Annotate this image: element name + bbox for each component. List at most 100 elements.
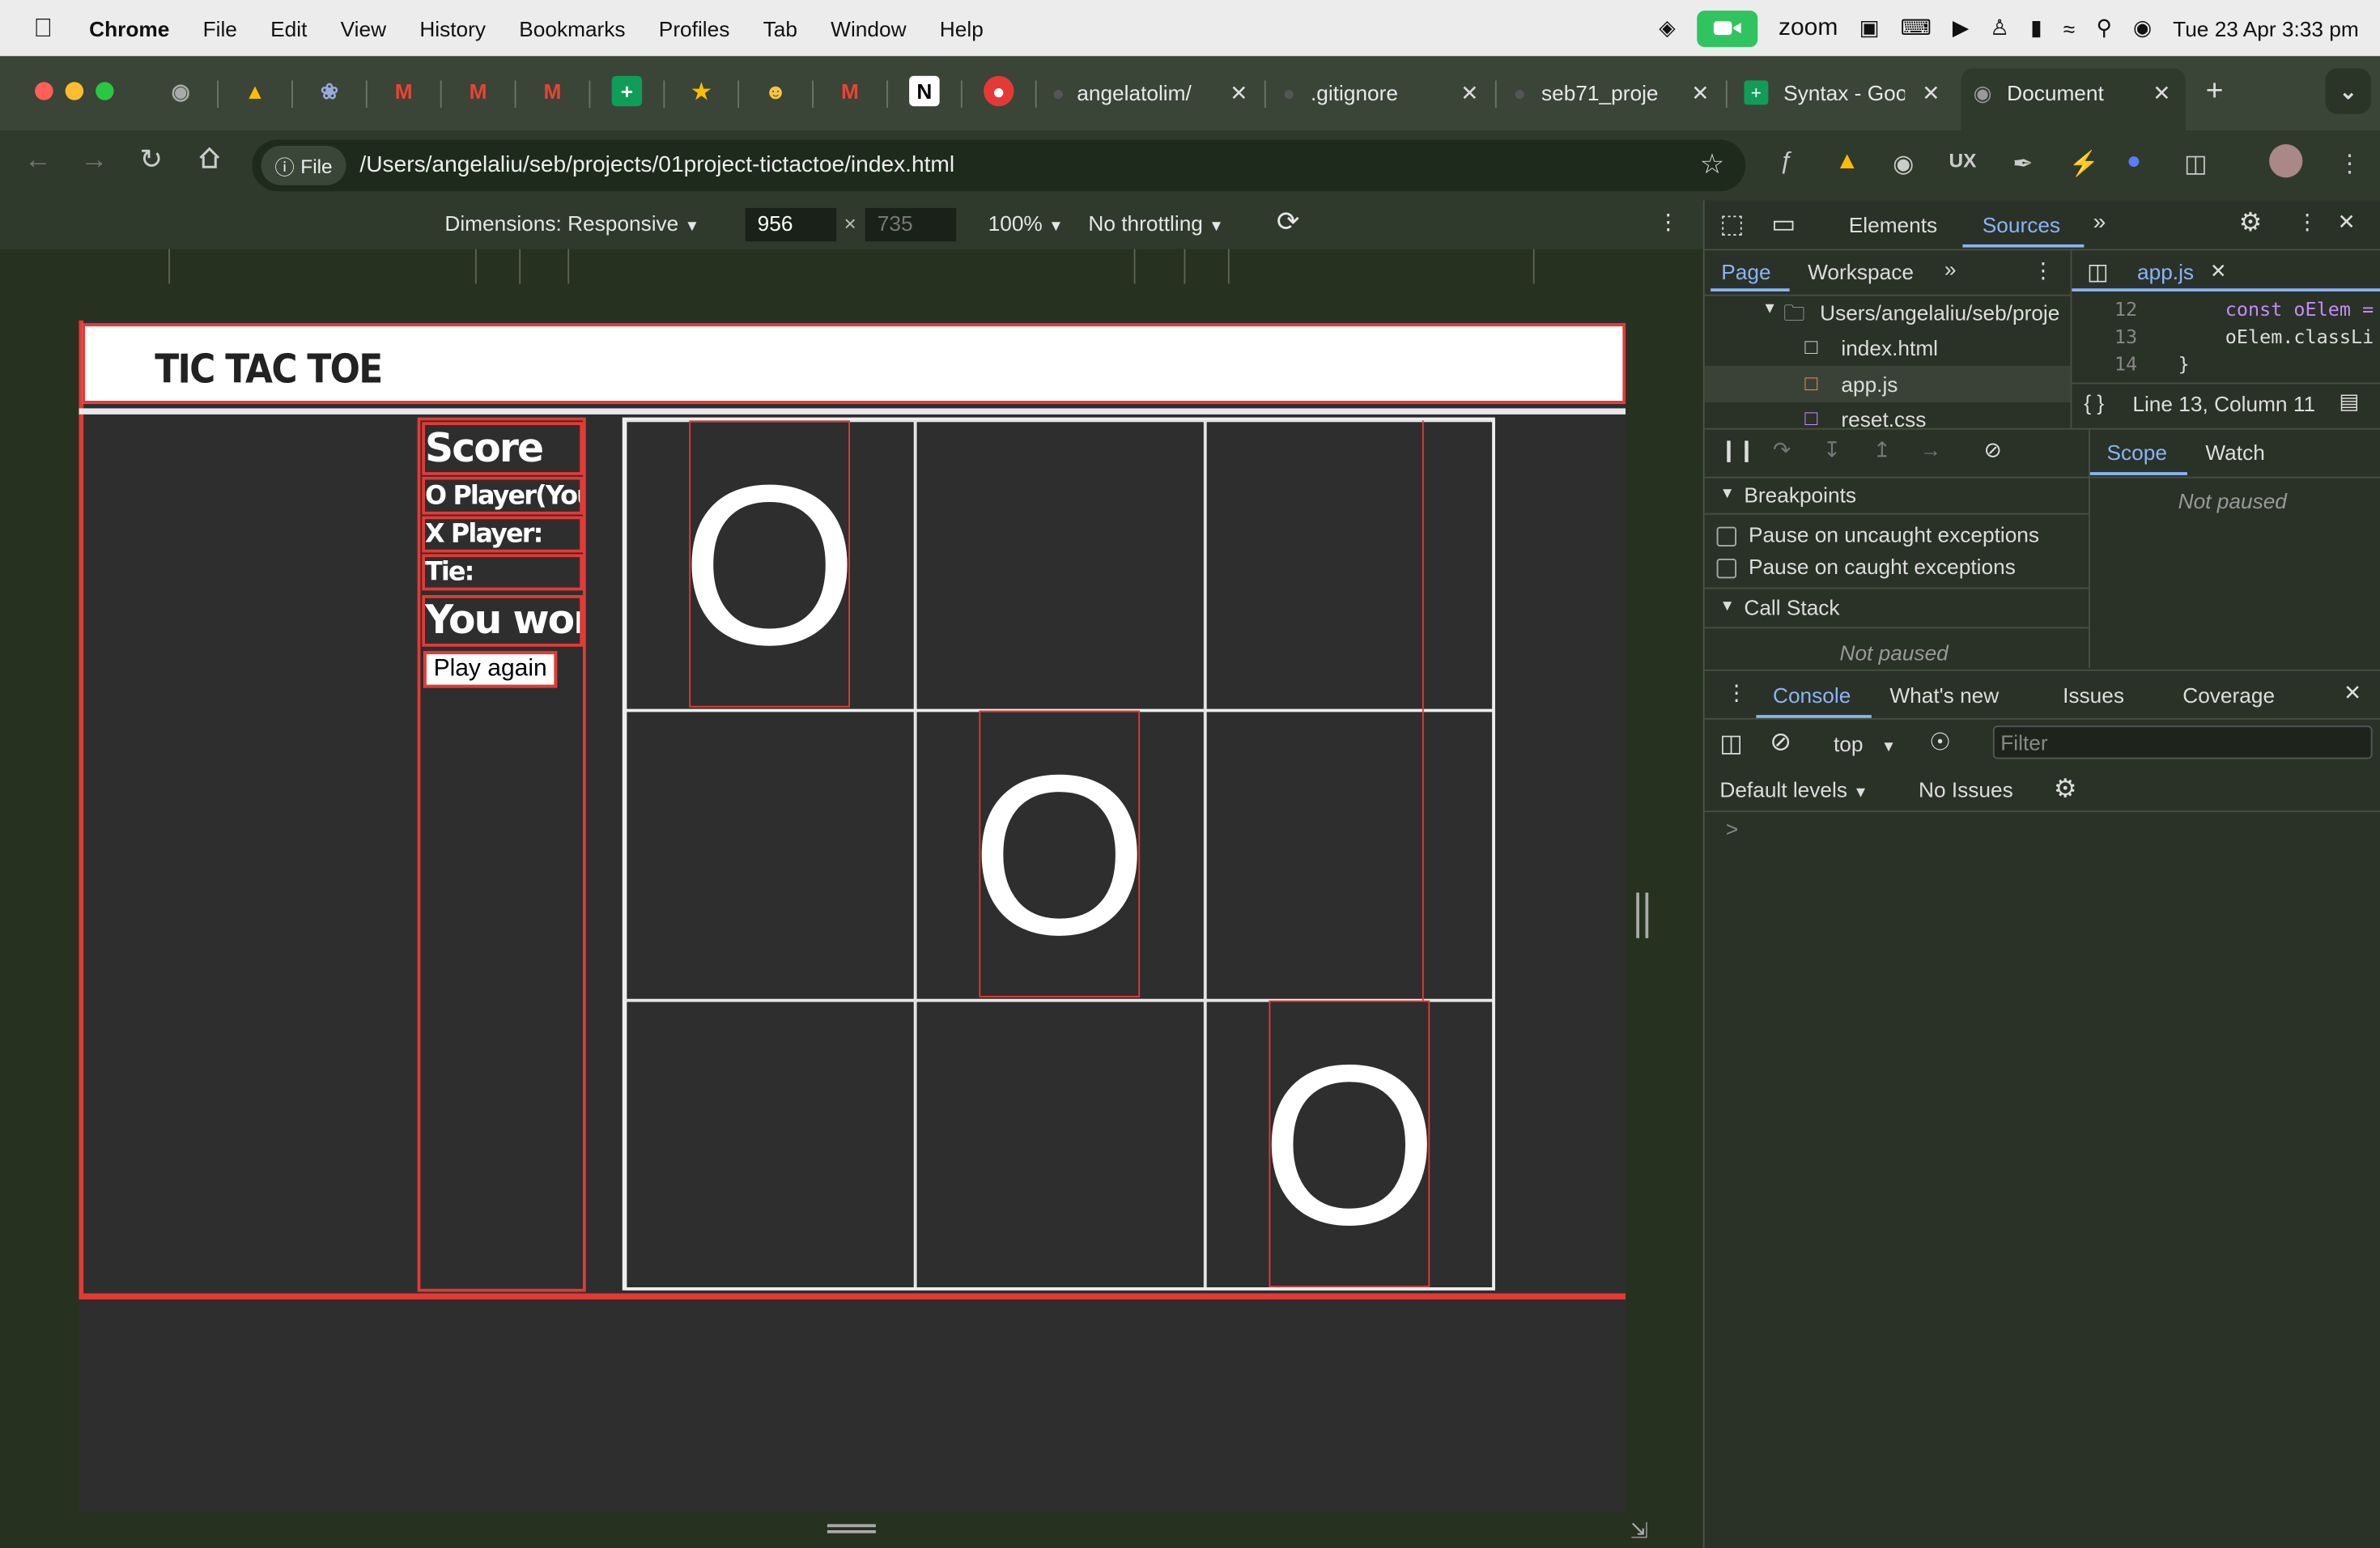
close-tab-icon[interactable]: ✕ — [1230, 79, 1247, 105]
notion-icon[interactable]: N — [909, 75, 940, 107]
tree-file-index-html[interactable]: index.html — [1841, 335, 1938, 359]
back-arrow-icon[interactable]: ← — [24, 144, 52, 176]
tab-search-chevron-down-icon[interactable]: ⌄ — [2325, 68, 2371, 114]
control-center-icon[interactable]: ◉ — [2133, 15, 2152, 41]
app-icon[interactable]: ● — [984, 75, 1014, 107]
resize-handle-bottom[interactable] — [827, 1524, 876, 1533]
board-cell[interactable] — [915, 420, 1205, 711]
pause-caught-checkbox[interactable]: Pause on caught exceptions — [1716, 554, 2016, 578]
maximize-window-button[interactable] — [96, 82, 114, 100]
code-line[interactable]: } — [2178, 352, 2190, 375]
apple-icon[interactable]:  — [33, 13, 53, 44]
zoom-app-label[interactable]: zoom — [1779, 15, 1838, 42]
emoji-icon[interactable]: ☻ — [760, 76, 791, 107]
step-out-icon[interactable]: ↥ — [1873, 437, 1891, 463]
datetime[interactable]: Tue 23 Apr 3:33 pm — [2173, 16, 2359, 40]
drawer-tab-coverage[interactable]: Coverage — [2182, 683, 2275, 708]
display-icon[interactable]: ▣ — [1859, 15, 1880, 41]
media-query-ruler[interactable] — [0, 249, 1703, 284]
expand-triangle-icon[interactable]: ▼ — [1719, 598, 1735, 615]
gmail-icon[interactable]: M — [463, 76, 494, 107]
sheets-icon[interactable]: + — [611, 75, 643, 107]
board-cell[interactable] — [625, 1000, 916, 1291]
nav-tab-workspace[interactable]: Workspace — [1808, 260, 1914, 284]
code-line[interactable]: const oElem = — [2225, 298, 2374, 321]
menu-view[interactable]: View — [341, 16, 386, 40]
close-tab-icon[interactable]: ✕ — [1691, 79, 1709, 105]
pause-uncaught-checkbox[interactable]: Pause on uncaught exceptions — [1716, 522, 2039, 546]
minimize-window-button[interactable] — [65, 82, 84, 100]
pause-icon[interactable]: ❙❙ — [1719, 437, 1755, 463]
menu-history[interactable]: History — [419, 16, 486, 40]
issues-count[interactable]: No Issues — [1919, 777, 2013, 802]
scope-tab[interactable]: Scope — [2107, 440, 2167, 465]
menu-file[interactable]: File — [203, 16, 237, 40]
code-line[interactable]: oElem.classLi — [2225, 325, 2374, 347]
menu-bookmarks[interactable]: Bookmarks — [519, 16, 625, 40]
editor-tab-app-js[interactable]: app.js — [2137, 260, 2194, 284]
url-text[interactable]: /Users/angelaliu/seb/projects/01project-… — [359, 152, 954, 178]
gmail-icon[interactable]: M — [835, 76, 865, 107]
tab-sources[interactable]: Sources — [1983, 213, 2060, 237]
tab-syntax-google-docs[interactable]: + Syntax - Goo ✕ — [1744, 66, 1949, 121]
board-cell[interactable] — [1205, 710, 1495, 1001]
devtools-menu-icon[interactable]: ⋮ — [2297, 210, 2318, 236]
board-cell[interactable] — [625, 710, 916, 1001]
close-tab-icon[interactable]: ✕ — [1460, 79, 1478, 105]
lightning-extension-icon[interactable]: ⚡ — [2069, 149, 2099, 180]
navigator-menu-icon[interactable]: ⋮ — [2033, 258, 2054, 284]
close-tab-icon[interactable]: ✕ — [1922, 79, 1940, 105]
drive-icon[interactable]: ▲ — [240, 76, 270, 107]
expand-triangle-icon[interactable]: ▼ — [1762, 300, 1778, 317]
menu-help[interactable]: Help — [940, 16, 984, 40]
blue-extension-icon[interactable]: ● — [2127, 149, 2141, 176]
height-input[interactable]: 735 — [865, 207, 957, 242]
reload-icon[interactable]: ↻ — [140, 144, 163, 176]
menu-profiles[interactable]: Profiles — [659, 16, 730, 40]
figma-icon[interactable]: ◈ — [1659, 15, 1675, 41]
ux-extension-icon[interactable]: UX — [1949, 149, 1977, 172]
menu-app-name[interactable]: Chrome — [89, 16, 169, 40]
menu-tab[interactable]: Tab — [763, 16, 797, 40]
wifi-icon[interactable]: ≈ — [2063, 16, 2075, 40]
tree-root-folder[interactable]: Users/angelaliu/seb/proje — [1820, 300, 2070, 325]
home-icon[interactable] — [198, 146, 222, 177]
coverage-icon[interactable]: ▤ — [2339, 389, 2359, 415]
tab-seb71-project[interactable]: ● seb71_proje ✕ — [1513, 66, 1718, 121]
play-again-button[interactable]: Play again — [423, 651, 558, 688]
forward-arrow-icon[interactable]: → — [80, 144, 108, 176]
step-into-icon[interactable]: ↧ — [1823, 437, 1841, 463]
address-bar[interactable]: ⓘ File /Users/angelaliu/seb/projects/01p… — [252, 139, 1746, 192]
tree-file-app-js[interactable]: app.js — [1841, 372, 1898, 396]
dimensions-dropdown[interactable]: Dimensions: Responsive ▼ — [444, 211, 699, 236]
chatgpt-icon[interactable]: ❀ — [314, 76, 345, 107]
close-tab-icon[interactable]: ✕ — [2153, 79, 2170, 105]
drive-extension-icon[interactable]: ▲ — [1835, 149, 1859, 176]
deactivate-breakpoints-icon[interactable]: ⊘ — [1984, 437, 2002, 463]
context-dropdown[interactable]: top ▼ — [1834, 732, 1896, 756]
console-filter-input[interactable]: Filter — [1992, 725, 2373, 759]
device-toolbar-icon[interactable]: ▭ — [1771, 210, 1796, 240]
camera-extension-icon[interactable]: ◉ — [1893, 149, 1914, 180]
person-icon[interactable]: ♙ — [1990, 15, 2009, 41]
log-levels-dropdown[interactable]: Default levels ▼ — [1719, 777, 1868, 802]
rotate-icon[interactable]: ⟳ — [1277, 206, 1299, 238]
close-window-button[interactable] — [35, 82, 53, 100]
gmail-icon[interactable]: M — [538, 76, 568, 107]
tab-document-active[interactable]: ◉ Document ✕ — [1974, 66, 2180, 121]
facetime-icon[interactable] — [1696, 10, 1757, 47]
clear-console-icon[interactable]: ⊘ — [1770, 727, 1791, 758]
close-drawer-icon[interactable]: ✕ — [2344, 680, 2361, 706]
profile-avatar[interactable] — [2269, 144, 2303, 178]
more-options-icon[interactable]: ⋮ — [1658, 210, 1679, 236]
resize-corner-icon[interactable]: ⇲ — [1630, 1518, 1648, 1544]
console-settings-gear-icon[interactable]: ⚙ — [2054, 774, 2077, 805]
step-over-icon[interactable]: ↷ — [1773, 437, 1791, 463]
menu-edit[interactable]: Edit — [270, 16, 307, 40]
function-extension-icon[interactable]: ƒ — [1779, 149, 1793, 176]
nav-tab-page[interactable]: Page — [1721, 260, 1770, 284]
tab-gitignore[interactable]: ● .gitignore ✕ — [1282, 66, 1487, 121]
new-tab-button[interactable]: + — [2199, 74, 2230, 107]
inspect-element-icon[interactable]: ⬚ — [1719, 210, 1744, 240]
throttling-dropdown[interactable]: No throttling ▼ — [1088, 211, 1223, 236]
